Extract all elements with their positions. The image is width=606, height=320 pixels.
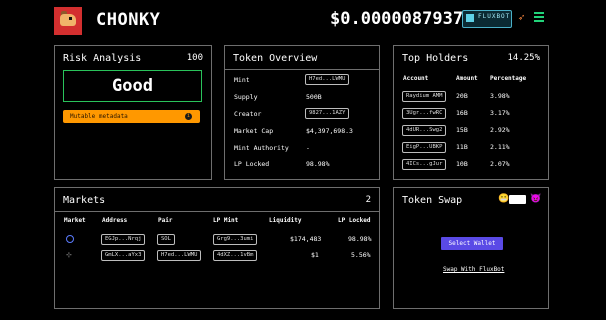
markets-count: 2 — [365, 195, 371, 205]
risk-score: 100 — [186, 53, 203, 63]
holder-amount: 15B — [456, 126, 468, 134]
overview-label-mint: Mint — [234, 76, 250, 84]
holder-account[interactable]: Raydium AMM — [402, 91, 447, 102]
rocket-icon[interactable]: ➶ — [518, 11, 525, 24]
market-pair[interactable]: SOL — [157, 234, 175, 245]
holder-percentage: 2.11% — [490, 143, 510, 151]
risk-analysis-panel: Risk Analysis 100 Good Mutable metadata … — [54, 45, 212, 180]
fluxbot-icon — [466, 14, 474, 22]
markets-panel: Markets 2 Market Address Pair LP Mint Li… — [54, 187, 380, 309]
overview-label-creator: Creator — [234, 110, 262, 118]
swap-title: Token Swap — [402, 195, 463, 206]
market-lp-mint[interactable]: 4dXZ...1vBm — [213, 250, 258, 261]
markets-header-address: Address — [102, 217, 128, 224]
risk-title: Risk Analysis — [63, 53, 142, 64]
mint-address[interactable]: H7ed...LWMU — [305, 74, 350, 85]
orca-icon: ⊹ — [66, 251, 72, 259]
market-address[interactable]: EGJp...Nrqj — [101, 234, 146, 245]
overview-label-marketcap: Market Cap — [234, 127, 274, 135]
token-overview-panel: Token Overview Mint H7ed...LWMU Supply 5… — [224, 45, 380, 180]
holder-percentage: 2.07% — [490, 160, 510, 168]
menu-icon[interactable] — [534, 12, 544, 22]
market-liquidity: $174,483 — [290, 235, 322, 243]
holder-percentage: 3.98% — [490, 92, 510, 100]
header: CHONKY $0.00000879373 FLUXBOT ➶ — [0, 0, 606, 40]
fluxbot-label: FLUXBOT — [478, 13, 511, 20]
overview-label-supply: Supply — [234, 93, 258, 101]
token-swap-panel: Token Swap 😬 😈 Select Wallet Swap With F… — [393, 187, 549, 309]
holders-header-amount: Amount — [456, 75, 478, 82]
supply-value: 500B — [306, 93, 322, 101]
lp-locked-value: 98.98% — [306, 160, 330, 168]
select-wallet-button[interactable]: Select Wallet — [441, 237, 503, 250]
market-address[interactable]: GmLX...aYx3 — [101, 250, 146, 261]
markets-header-pair: Pair — [158, 217, 173, 224]
overview-label-mint-authority: Mint Authority — [234, 144, 289, 152]
holder-amount: 11B — [456, 143, 468, 151]
holder-account[interactable]: EigP...UBKP — [402, 142, 447, 153]
holders-header-percentage: Percentage — [490, 75, 527, 82]
theme-toggle[interactable] — [509, 195, 526, 204]
market-lp-mint[interactable]: Grg9...3umi — [213, 234, 258, 245]
market-lp-locked: 5.56% — [351, 251, 371, 259]
markets-header-lp-mint: LP Mint — [213, 217, 239, 224]
mint-authority-value: - — [306, 144, 310, 152]
top-holders-panel: Top Holders 14.25% Account Amount Percen… — [393, 45, 549, 180]
holders-header-account: Account — [403, 75, 429, 82]
holder-amount: 10B — [456, 160, 468, 168]
overview-title: Token Overview — [233, 53, 318, 64]
markets-header-liquidity: Liquidity — [269, 217, 302, 224]
holder-account[interactable]: 3Ugr...fwRC — [402, 108, 447, 119]
risk-rating: Good — [63, 70, 202, 102]
holder-amount: 20B — [456, 92, 468, 100]
token-logo — [54, 7, 82, 35]
markets-header-market: Market — [64, 217, 86, 224]
holder-percentage: 3.17% — [490, 109, 510, 117]
raydium-icon — [66, 235, 74, 243]
holder-account[interactable]: 4ICs...gJur — [402, 159, 447, 170]
face-icon[interactable]: 😬 — [498, 194, 509, 204]
swap-with-fluxbot-link[interactable]: Swap With FluxBot — [443, 266, 504, 273]
info-icon[interactable]: i — [185, 113, 192, 120]
market-pair[interactable]: H7ed...LWMU — [157, 250, 202, 261]
markets-header-lp-locked: LP Locked — [338, 217, 371, 224]
creator-address[interactable]: 9827...1AZY — [305, 108, 350, 119]
holder-account[interactable]: 4dUR...Swg2 — [402, 125, 447, 136]
market-lp-locked: 98.98% — [348, 235, 372, 243]
holder-amount: 16B — [456, 109, 468, 117]
holders-title: Top Holders — [402, 53, 469, 64]
fluxbot-button[interactable]: FLUXBOT — [462, 10, 512, 28]
token-title: CHONKY — [96, 10, 161, 30]
overview-label-lp-locked: LP Locked — [234, 160, 270, 168]
market-liquidity: $1 — [311, 251, 319, 259]
devil-icon[interactable]: 😈 — [530, 194, 541, 204]
warning-label: Mutable metadata — [70, 113, 128, 120]
holders-percent: 14.25% — [507, 53, 540, 63]
markets-title: Markets — [63, 195, 106, 206]
mutable-metadata-warning[interactable]: Mutable metadata i — [63, 110, 200, 123]
marketcap-value: $4,397,698.3 — [306, 127, 353, 135]
holder-percentage: 2.92% — [490, 126, 510, 134]
token-price: $0.00000879373 — [330, 9, 474, 29]
